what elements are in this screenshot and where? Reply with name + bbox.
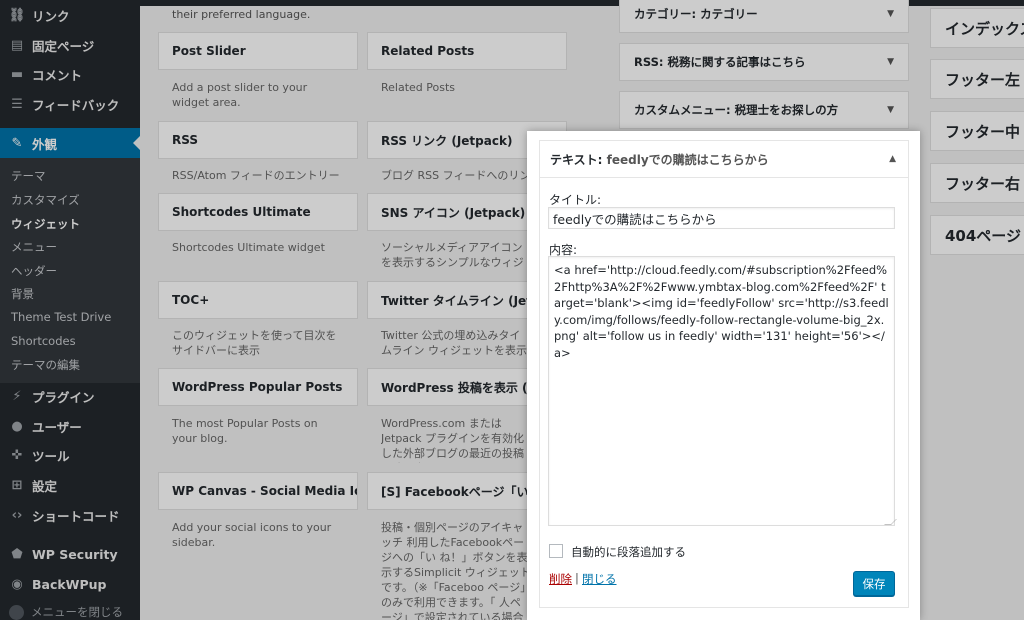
title-input[interactable] [548, 207, 895, 229]
auto-paragraph-label: 自動的に段落追加する [571, 545, 686, 559]
close-link[interactable]: 閉じる [582, 571, 617, 587]
editor-widget-name: feedlyでの購読はこちらから [602, 152, 769, 167]
save-button[interactable]: 保存 [853, 571, 895, 596]
auto-paragraph-checkbox[interactable] [549, 544, 563, 558]
editor-widget-type: テキスト: [550, 152, 603, 167]
text-widget-editor: テキスト: feedlyでの購読はこちらから ▲ タイトル: 内容: <a hr… [527, 131, 920, 620]
content-textarea[interactable]: <a href='http://cloud.feedly.com/#subscr… [548, 256, 895, 526]
delete-link[interactable]: 削除 [549, 571, 572, 587]
editor-header[interactable]: テキスト: feedlyでの購読はこちらから ▲ [539, 140, 909, 178]
triangle-up-icon[interactable]: ▲ [889, 154, 896, 164]
link-separator: | [575, 571, 579, 585]
title-label: タイトル: [549, 193, 602, 207]
